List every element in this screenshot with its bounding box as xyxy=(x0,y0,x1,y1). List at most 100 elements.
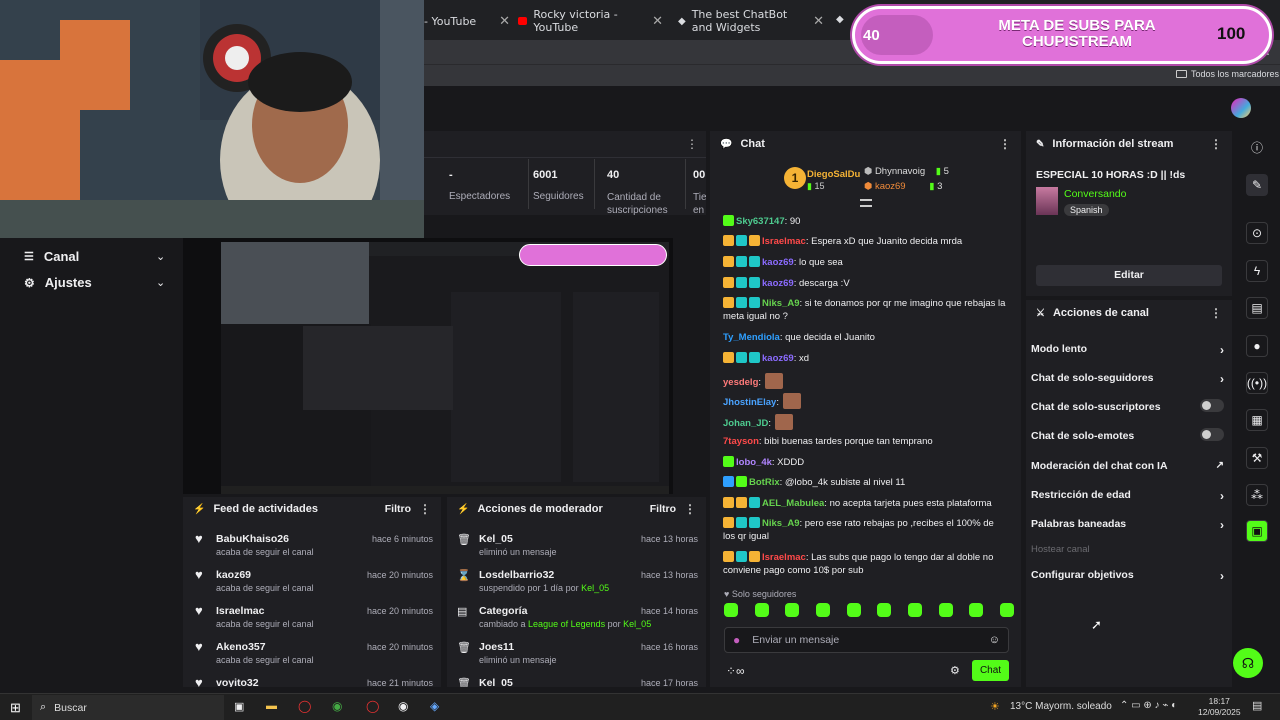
chat-username[interactable]: kaoz69 xyxy=(762,278,794,289)
channel-action-item[interactable]: Palabras baneadas › xyxy=(1031,518,1224,532)
list-item[interactable]: 🗑 Joes11 eliminó un mensaje hace 16 horas xyxy=(447,633,706,667)
emoji-icon[interactable]: ☺ xyxy=(989,634,1000,646)
activity-user[interactable]: kaoz69 xyxy=(216,569,251,581)
chevron-right-icon[interactable]: › xyxy=(1220,569,1224,583)
chat-input[interactable]: ● Enviar un mensaje ☺ xyxy=(724,627,1009,653)
channel-action-item[interactable]: Configurar objetivos › xyxy=(1031,569,1224,583)
browser-tab[interactable]: - YouTube ✕ xyxy=(424,8,510,34)
avatar[interactable] xyxy=(1231,98,1251,118)
broadcast-icon[interactable]: ((•)) xyxy=(1246,372,1268,394)
all-bookmarks-link[interactable]: Todos los marcadores xyxy=(1176,69,1279,79)
activity-user[interactable]: Akeno357 xyxy=(216,641,266,653)
list-item[interactable]: ♥ Akeno357 acaba de seguir el canal hace 20… xyxy=(183,633,441,667)
mod-action-category[interactable]: League of Legends xyxy=(528,619,605,629)
chat-username[interactable]: lobo_4k xyxy=(736,457,772,468)
channel-action-item[interactable]: Chat de solo-suscriptores xyxy=(1031,399,1224,413)
system-tray-icons[interactable]: ⌃ ▭ ⊕ ♪ ⌁ ◐ xyxy=(1120,700,1177,711)
list-item[interactable]: ♥ kaoz69 acaba de seguir el canal hace 20 m… xyxy=(183,561,441,595)
channel-action-item[interactable]: Chat de solo-emotes xyxy=(1031,428,1224,442)
chat-username[interactable]: Niks_A9 xyxy=(762,298,800,309)
list-item[interactable]: 🗑 Kel_05 eliminó un mensaje hace 13 horas xyxy=(447,525,706,559)
document-icon[interactable]: ▤ xyxy=(1246,297,1268,319)
tab-icon[interactable]: ◆ xyxy=(836,14,844,25)
close-icon[interactable]: ✕ xyxy=(813,14,824,29)
wrench-icon[interactable]: ⚒ xyxy=(1246,447,1268,469)
list-item[interactable]: 🗑Kel_05eliminó una Encuestahace 17 horas xyxy=(447,669,706,687)
send-chat-button[interactable]: Chat xyxy=(972,660,1009,681)
channel-action-item[interactable]: Chat de solo-seguidores › xyxy=(1031,372,1224,386)
list-item[interactable]: ♥ BabuKhaiso26 acaba de seguir el canal hac… xyxy=(183,525,441,559)
chevron-right-icon[interactable]: › xyxy=(1220,518,1224,532)
filter-button[interactable]: Filtro xyxy=(650,503,676,515)
chevron-down-icon[interactable]: ⌄ xyxy=(156,250,165,263)
sidebar-item-ajustes[interactable]: ⚙ Ajustes xyxy=(24,275,92,290)
task-view-icon[interactable]: ▣ xyxy=(234,700,244,713)
weather-text[interactable]: 13°C Mayorm. soleado xyxy=(1010,701,1112,712)
browser-tab[interactable]: Rocky victoria - YouTube ✕ xyxy=(518,8,663,34)
chat-username[interactable]: Israelmac xyxy=(762,236,806,247)
kebab-menu-icon[interactable]: ⋮ xyxy=(686,137,698,151)
channel-action-item[interactable]: Modo lento › xyxy=(1031,343,1224,357)
kebab-menu-icon[interactable]: ⋮ xyxy=(1210,137,1222,151)
chevron-down-icon[interactable]: ⌄ xyxy=(156,276,165,289)
toggle-switch[interactable] xyxy=(1200,428,1224,441)
obs-icon[interactable]: ◉ xyxy=(398,699,408,713)
microphone-icon[interactable]: ● xyxy=(733,633,740,647)
chat-username[interactable]: Sky637147 xyxy=(736,216,785,227)
info-icon[interactable]: ⓘ xyxy=(1246,136,1268,158)
activity-user[interactable]: voyito32 xyxy=(216,677,259,687)
mod-action-user[interactable]: Losdelbarrio32 xyxy=(479,569,554,581)
taskbar-search[interactable]: ⌕ Buscar xyxy=(32,695,224,720)
mod-action-user[interactable]: Kel_05 xyxy=(479,533,513,545)
emote-icon[interactable] xyxy=(785,603,800,617)
list-item[interactable]: ▤ Categoría cambiado a League of Legends p… xyxy=(447,597,706,631)
toggle-switch[interactable] xyxy=(1200,399,1224,412)
opera-gx-icon[interactable]: ◯ xyxy=(366,699,379,713)
kebab-menu-icon[interactable]: ⋮ xyxy=(999,137,1011,151)
chat-username[interactable]: kaoz69 xyxy=(762,257,794,268)
kebab-menu-icon[interactable]: ⋮ xyxy=(684,502,696,516)
emote-icon[interactable] xyxy=(999,603,1014,617)
opera-icon[interactable]: ◯ xyxy=(298,699,311,713)
mod-action-by[interactable]: Kel_05 xyxy=(623,619,651,629)
lightning-icon[interactable]: ϟ xyxy=(1246,260,1268,282)
close-icon[interactable]: ✕ xyxy=(499,14,510,29)
clapper-icon[interactable]: ▣ xyxy=(1246,520,1268,542)
chat-username[interactable]: AEL_Mabulea xyxy=(762,498,824,509)
file-explorer-icon[interactable]: ▬ xyxy=(266,700,277,712)
emote-icon[interactable] xyxy=(938,603,953,617)
mod-action-user[interactable]: Joes11 xyxy=(479,641,514,653)
kebab-menu-icon[interactable]: ⋮ xyxy=(419,502,431,516)
browser-tab[interactable]: ◆ The best ChatBot and Widgets ✕ xyxy=(678,8,824,34)
gear-icon[interactable]: ⚙ xyxy=(950,664,960,677)
activity-user[interactable]: BabuKhaiso26 xyxy=(216,533,289,545)
taskbar-clock[interactable]: 18:17 12/09/2025 xyxy=(1198,696,1241,718)
layout-icon[interactable]: ▦ xyxy=(1246,409,1268,431)
emote-icon[interactable] xyxy=(815,603,830,617)
group-icon[interactable]: ⁂ xyxy=(1246,484,1268,506)
chat-username[interactable]: BotRix xyxy=(749,477,780,488)
kebab-menu-icon[interactable]: ⋮ xyxy=(1210,306,1222,320)
chat-username[interactable]: Johan_JD xyxy=(723,418,768,429)
emote-icon[interactable] xyxy=(724,603,738,617)
channel-action-item[interactable]: Moderación del chat con IA ↗ xyxy=(1031,460,1224,472)
close-icon[interactable]: ✕ xyxy=(652,14,663,29)
chat-username[interactable]: yesdelg xyxy=(723,377,758,388)
chevron-right-icon[interactable]: › xyxy=(1220,489,1224,503)
stream-category[interactable]: Conversando xyxy=(1064,188,1126,200)
mod-action-by[interactable]: Kel_05 xyxy=(581,583,609,593)
chrome-icon[interactable]: ◉ xyxy=(332,699,342,713)
camera-icon[interactable]: ⊙ xyxy=(1246,222,1268,244)
chevron-right-icon[interactable]: › xyxy=(1220,372,1224,386)
notification-icon[interactable]: ▤ xyxy=(1252,699,1262,712)
channel-action-item[interactable]: Restricción de edad › xyxy=(1031,489,1224,503)
emote-icon[interactable] xyxy=(846,603,861,617)
chat-username[interactable]: kaoz69 xyxy=(762,353,794,364)
chevron-right-icon[interactable]: › xyxy=(1220,343,1224,357)
windows-start-icon[interactable]: ⊞ xyxy=(10,700,21,716)
list-item[interactable]: ♥ Israelmac acaba de seguir el canal hace 2… xyxy=(183,597,441,631)
sidebar-item-canal[interactable]: ☰ Canal xyxy=(24,249,79,264)
steam-icon[interactable]: ◈ xyxy=(430,699,439,713)
help-button[interactable]: ☊ xyxy=(1233,648,1263,678)
emote-icon[interactable] xyxy=(754,603,769,617)
